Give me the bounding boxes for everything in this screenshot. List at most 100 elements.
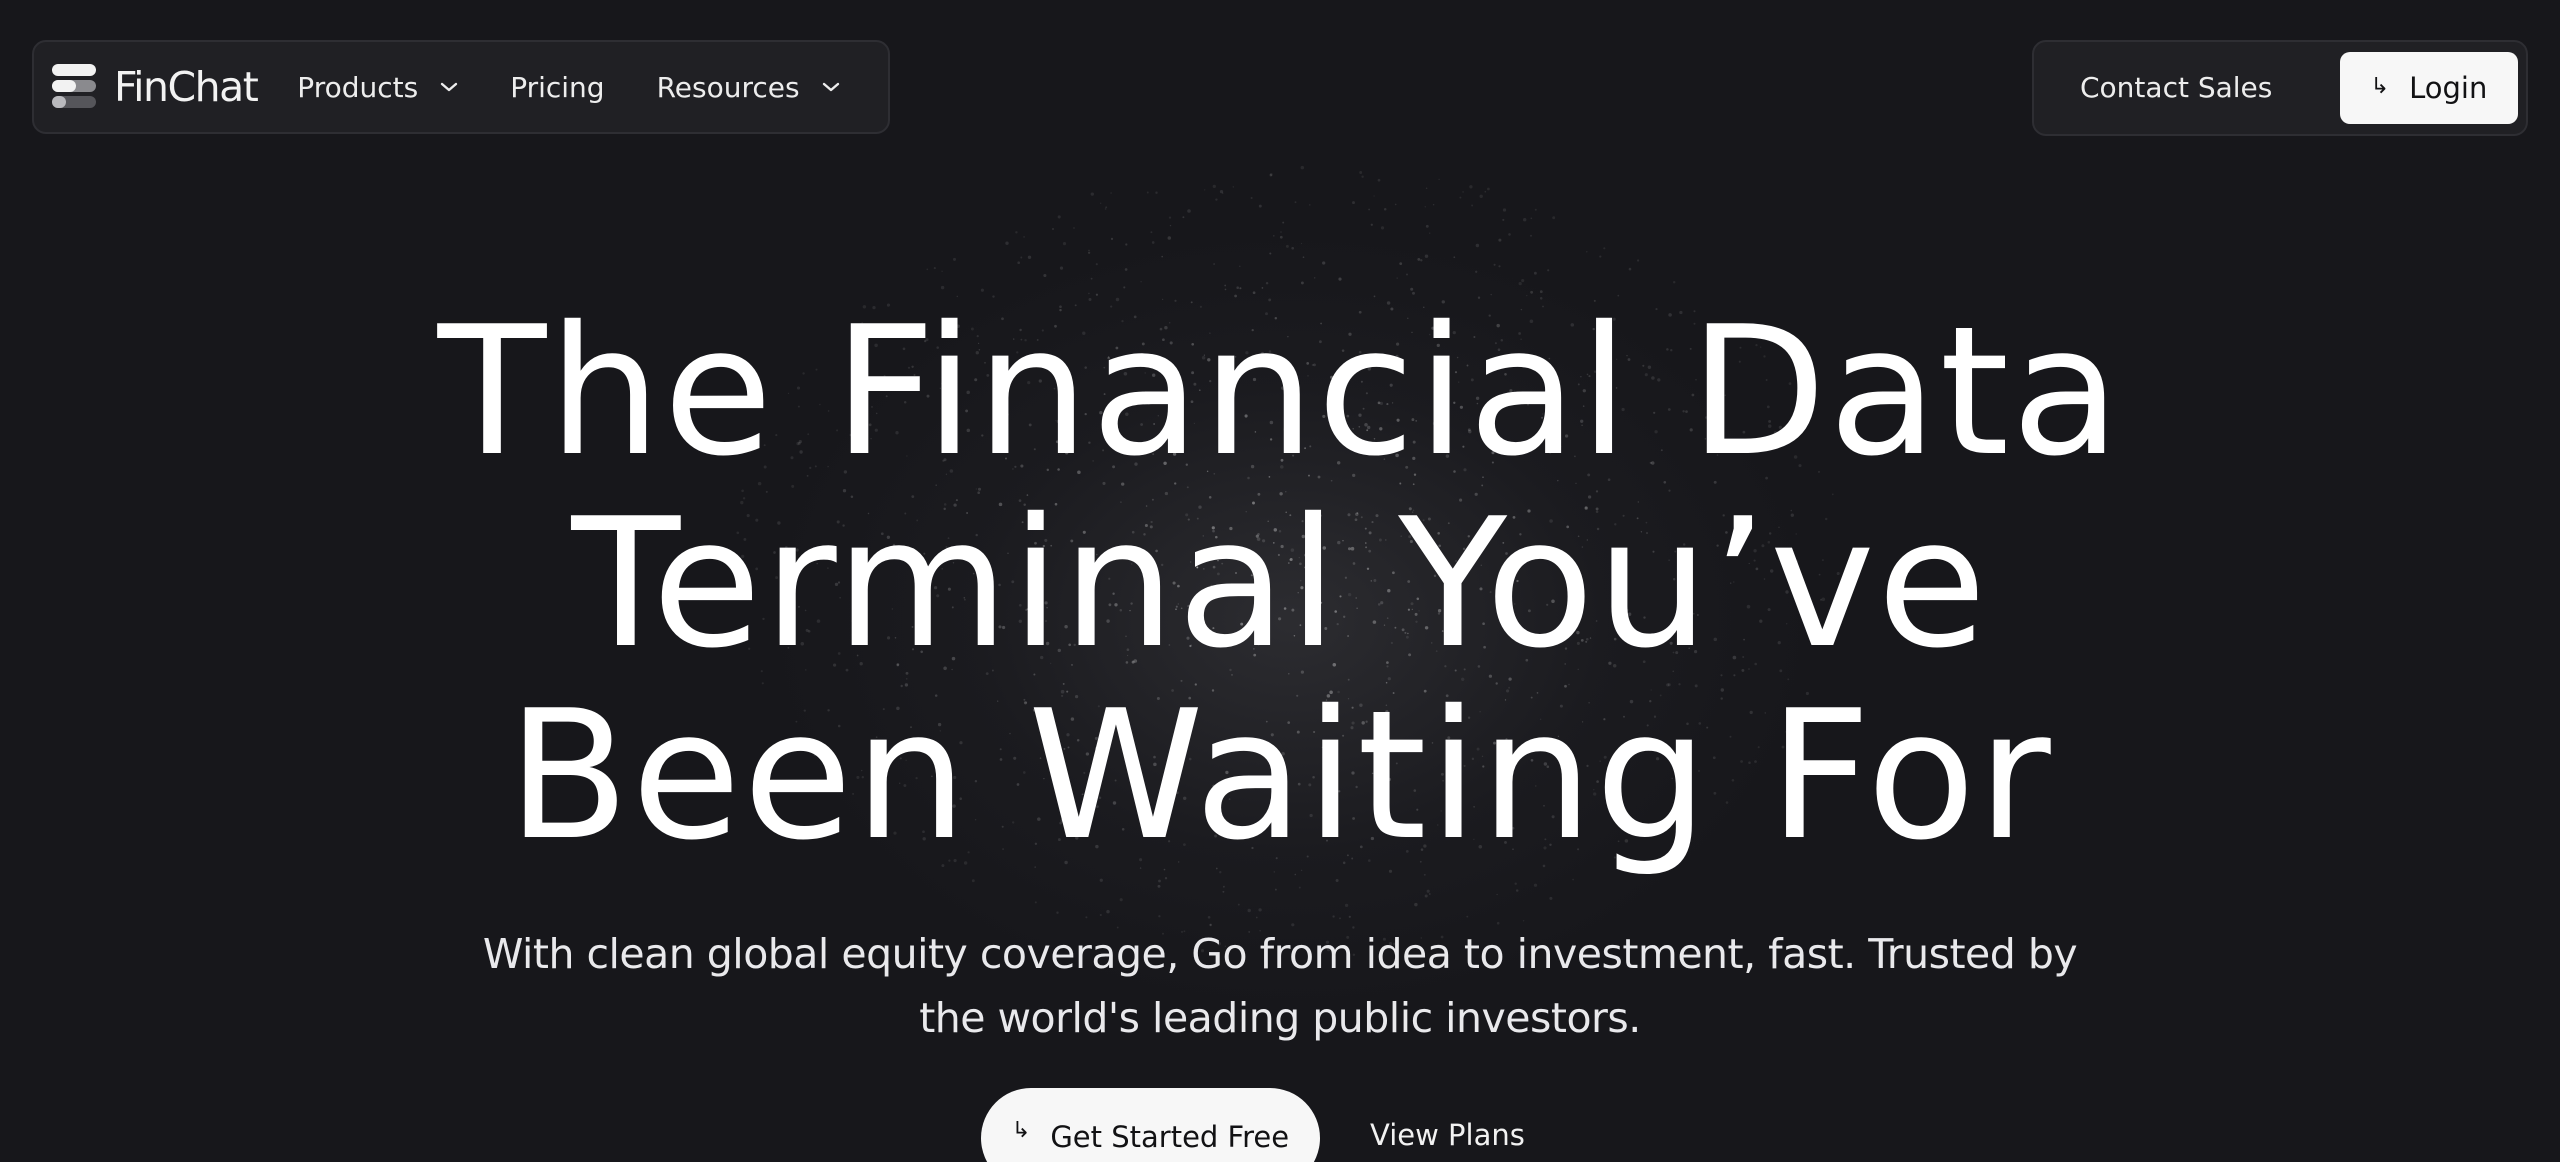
particle bbox=[1140, 281, 1142, 283]
particle bbox=[1237, 903, 1240, 906]
particle bbox=[1100, 202, 1102, 204]
particle bbox=[1099, 913, 1102, 917]
particle bbox=[941, 270, 943, 272]
nav-item-pricing[interactable]: Pricing bbox=[510, 71, 604, 104]
particle bbox=[1279, 235, 1283, 239]
particle bbox=[1087, 251, 1091, 254]
particle bbox=[1239, 265, 1241, 268]
particle bbox=[1420, 259, 1423, 262]
particle bbox=[1182, 216, 1185, 219]
particle bbox=[1487, 187, 1490, 191]
nav-item-products[interactable]: Products bbox=[297, 71, 458, 104]
particle bbox=[933, 267, 936, 270]
particle bbox=[1265, 281, 1269, 285]
particle bbox=[1417, 257, 1421, 261]
particle bbox=[1232, 186, 1235, 188]
particle bbox=[1521, 279, 1525, 283]
particle bbox=[1338, 277, 1342, 281]
particle bbox=[1105, 206, 1108, 209]
particle bbox=[1110, 192, 1112, 194]
particle bbox=[1547, 269, 1550, 272]
particle bbox=[1508, 233, 1511, 236]
particle bbox=[1258, 908, 1262, 912]
particle bbox=[1425, 187, 1428, 190]
view-plans-link[interactable]: View Plans bbox=[1370, 1118, 1525, 1152]
particle bbox=[1322, 261, 1326, 265]
particle bbox=[1405, 273, 1409, 276]
particle bbox=[1017, 261, 1021, 265]
return-arrow-icon: ↳ bbox=[1011, 1118, 1031, 1143]
particle bbox=[1462, 191, 1464, 193]
particle bbox=[1099, 878, 1103, 882]
finchat-logo-icon bbox=[52, 64, 96, 108]
nav-item-resources[interactable]: Resources bbox=[657, 71, 840, 104]
particle bbox=[1291, 246, 1295, 250]
hero-title-line: The Financial Data bbox=[437, 288, 2123, 495]
particle bbox=[1370, 223, 1373, 226]
particle bbox=[1300, 281, 1304, 285]
particle bbox=[1125, 243, 1128, 246]
particle bbox=[1373, 195, 1375, 197]
particle bbox=[1514, 882, 1517, 885]
particle bbox=[1298, 886, 1301, 889]
particle bbox=[1204, 189, 1206, 191]
particle bbox=[1059, 266, 1064, 270]
particle bbox=[1095, 263, 1098, 266]
particle bbox=[1247, 908, 1251, 913]
particle bbox=[1300, 165, 1305, 170]
particle bbox=[1155, 191, 1158, 194]
particle bbox=[1090, 192, 1094, 196]
particle bbox=[1493, 263, 1496, 266]
particle bbox=[1106, 909, 1110, 914]
particle bbox=[971, 879, 975, 883]
particle bbox=[1498, 238, 1502, 242]
nav-item-label: Products bbox=[297, 70, 419, 104]
particle bbox=[1599, 255, 1602, 258]
particle bbox=[1187, 209, 1191, 213]
particle bbox=[1274, 888, 1277, 891]
particle bbox=[1027, 255, 1032, 259]
particle bbox=[1222, 890, 1225, 893]
particle bbox=[926, 268, 929, 271]
particle bbox=[1300, 242, 1303, 245]
chevron-down-icon bbox=[822, 82, 839, 92]
particle bbox=[1637, 259, 1640, 262]
particle bbox=[1161, 255, 1163, 258]
particle bbox=[1352, 201, 1355, 205]
particle bbox=[1269, 252, 1272, 255]
particle bbox=[1258, 204, 1262, 208]
login-button[interactable]: ↳ Login bbox=[2340, 52, 2518, 124]
particle bbox=[1212, 184, 1216, 189]
particle bbox=[1530, 234, 1532, 237]
particle bbox=[1302, 256, 1305, 259]
particle bbox=[1453, 256, 1456, 259]
particle bbox=[1475, 270, 1478, 273]
particle bbox=[1383, 208, 1387, 211]
particle bbox=[1088, 249, 1090, 252]
particle bbox=[1466, 915, 1469, 918]
particle bbox=[1280, 231, 1282, 233]
particle bbox=[1119, 898, 1123, 902]
particle bbox=[1361, 175, 1364, 178]
particle bbox=[1213, 263, 1216, 265]
get-started-label: Get Started Free bbox=[1050, 1120, 1290, 1154]
particle bbox=[1339, 917, 1341, 920]
particle bbox=[1062, 242, 1067, 246]
brand-logo[interactable]: FinChat bbox=[50, 62, 259, 112]
particle bbox=[1219, 189, 1224, 194]
particle bbox=[1005, 241, 1009, 245]
particle bbox=[1672, 280, 1676, 284]
contact-sales-link[interactable]: Contact Sales bbox=[2080, 42, 2272, 134]
particle bbox=[1285, 244, 1289, 248]
particle bbox=[1438, 178, 1440, 181]
particle bbox=[1146, 191, 1149, 194]
particle bbox=[1530, 217, 1533, 220]
particle bbox=[1515, 889, 1519, 892]
particle bbox=[1051, 227, 1055, 231]
hero-title-line: Been Waiting For bbox=[507, 672, 2053, 879]
particle bbox=[1424, 894, 1428, 898]
get-started-button[interactable]: ↳ Get Started Free bbox=[981, 1088, 1320, 1162]
particle bbox=[1250, 196, 1253, 200]
particle bbox=[1015, 231, 1018, 234]
particle bbox=[1459, 196, 1462, 199]
